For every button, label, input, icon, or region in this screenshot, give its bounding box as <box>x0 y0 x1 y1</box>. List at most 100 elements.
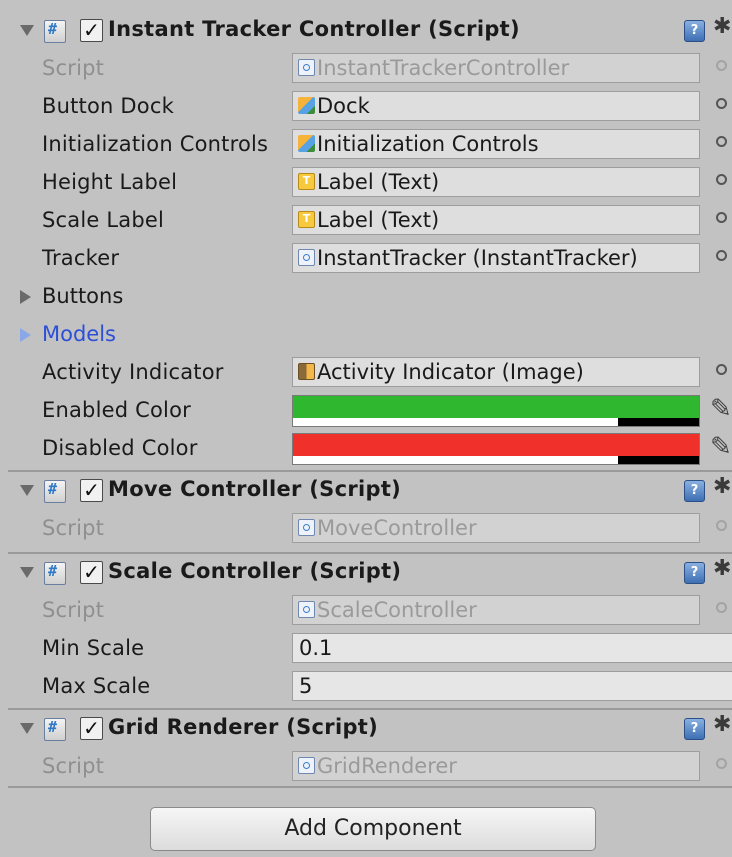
eyedropper-icon[interactable]: ✎ <box>710 432 732 462</box>
script-asset-icon <box>298 757 315 774</box>
component-grid-renderer: ✓ Grid Renderer (Script) ? ✱ Script Grid… <box>8 708 732 786</box>
field-row-initialization-controls: Initialization Controls Initialization C… <box>8 126 732 164</box>
field-label: Disabled Color <box>42 436 198 460</box>
script-reference-field[interactable]: InstantTrackerController <box>292 53 700 83</box>
eyedropper-icon[interactable]: ✎ <box>710 394 732 424</box>
alpha-bar-fill <box>293 456 618 464</box>
tracker-field[interactable]: InstantTracker (InstantTracker) <box>292 243 700 273</box>
object-picker-icon <box>716 60 727 71</box>
object-picker-icon[interactable] <box>716 250 727 261</box>
group-row-buttons[interactable]: Buttons <box>8 278 732 316</box>
color-swatch-fill <box>293 396 699 418</box>
script-asset-icon <box>298 601 315 618</box>
expand-arrow-icon[interactable] <box>20 290 31 304</box>
group-label[interactable]: Buttons <box>42 284 123 308</box>
activity-indicator-field[interactable]: Activity Indicator (Image) <box>292 357 700 387</box>
field-value: ScaleController <box>317 598 477 622</box>
group-row-models[interactable]: Models <box>8 316 732 354</box>
component-header[interactable]: ✓ Scale Controller (Script) ? ✱ <box>8 554 732 592</box>
help-icon[interactable]: ? <box>684 562 705 584</box>
help-icon[interactable]: ? <box>684 718 705 740</box>
component-scale-controller: ✓ Scale Controller (Script) ? ✱ Script S… <box>8 552 732 706</box>
foldout-arrow-icon[interactable] <box>20 25 34 36</box>
foldout-arrow-icon[interactable] <box>20 567 34 578</box>
field-label: Scale Label <box>42 208 165 232</box>
object-picker-icon[interactable] <box>716 364 727 375</box>
component-enabled-checkbox[interactable]: ✓ <box>80 717 103 740</box>
script-asset-icon <box>298 249 315 266</box>
field-label: Height Label <box>42 170 178 194</box>
field-value: Label (Text) <box>317 208 440 232</box>
field-value: InstantTrackerController <box>317 56 570 80</box>
field-value: Initialization Controls <box>317 132 539 156</box>
group-label[interactable]: Models <box>42 322 116 346</box>
enabled-color-swatch[interactable] <box>292 395 700 427</box>
component-title: Instant Tracker Controller (Script) <box>108 17 520 41</box>
prefab-cube-icon <box>298 97 315 114</box>
component-instant-tracker-controller: ✓ Instant Tracker Controller (Script) ? … <box>8 12 732 468</box>
field-label: Initialization Controls <box>42 132 269 156</box>
field-row-script: Script GridRenderer <box>8 748 732 786</box>
object-picker-icon[interactable] <box>716 98 727 109</box>
height-label-field[interactable]: T Label (Text) <box>292 167 700 197</box>
divider <box>8 786 732 788</box>
field-row-height-label: Height Label T Label (Text) <box>8 164 732 202</box>
foldout-arrow-icon[interactable] <box>20 485 34 496</box>
field-label: Script <box>42 754 105 778</box>
field-label: Enabled Color <box>42 398 191 422</box>
initialization-controls-field[interactable]: Initialization Controls <box>292 129 700 159</box>
component-enabled-checkbox[interactable]: ✓ <box>80 561 103 584</box>
help-icon[interactable]: ? <box>684 480 705 502</box>
help-icon[interactable]: ? <box>684 20 705 42</box>
field-row-button-dock: Button Dock Dock <box>8 88 732 126</box>
field-row-max-scale: Max Scale 5 <box>8 668 732 706</box>
min-scale-input[interactable]: 0.1 <box>292 633 732 663</box>
gear-icon[interactable]: ✱ <box>713 15 731 39</box>
csharp-script-icon <box>44 20 66 43</box>
expand-arrow-icon[interactable] <box>20 328 31 342</box>
field-row-enabled-color: Enabled Color ✎ <box>8 392 732 430</box>
component-title: Grid Renderer (Script) <box>108 715 379 739</box>
disabled-color-swatch[interactable] <box>292 433 700 465</box>
component-header[interactable]: ✓ Move Controller (Script) ? ✱ <box>8 472 732 510</box>
text-icon: T <box>298 173 315 190</box>
component-title: Scale Controller (Script) <box>108 559 402 583</box>
scale-label-field[interactable]: T Label (Text) <box>292 205 700 235</box>
csharp-script-icon <box>44 480 66 503</box>
csharp-script-icon <box>44 718 66 741</box>
field-row-scale-label: Scale Label T Label (Text) <box>8 202 732 240</box>
gear-icon[interactable]: ✱ <box>713 557 731 581</box>
component-enabled-checkbox[interactable]: ✓ <box>80 479 103 502</box>
field-value: Activity Indicator (Image) <box>317 360 584 384</box>
script-reference-field[interactable]: MoveController <box>292 513 700 543</box>
script-reference-field[interactable]: ScaleController <box>292 595 700 625</box>
max-scale-input[interactable]: 5 <box>292 671 732 701</box>
component-header[interactable]: ✓ Grid Renderer (Script) ? ✱ <box>8 710 732 748</box>
field-row-script: Script ScaleController <box>8 592 732 630</box>
object-picker-icon[interactable] <box>716 212 727 223</box>
script-asset-icon <box>298 59 315 76</box>
gear-icon[interactable]: ✱ <box>713 475 731 499</box>
add-component-button[interactable]: Add Component <box>150 807 596 851</box>
object-picker-icon[interactable] <box>716 136 727 147</box>
field-row-tracker: Tracker InstantTracker (InstantTracker) <box>8 240 732 278</box>
object-picker-icon <box>716 758 727 769</box>
csharp-script-icon <box>44 562 66 585</box>
foldout-arrow-icon[interactable] <box>20 723 34 734</box>
field-label: Script <box>42 516 105 540</box>
field-label: Button Dock <box>42 94 174 118</box>
field-label: Max Scale <box>42 674 151 698</box>
field-row-disabled-color: Disabled Color ✎ <box>8 430 732 468</box>
button-dock-field[interactable]: Dock <box>292 91 700 121</box>
object-picker-icon[interactable] <box>716 174 727 185</box>
field-value: GridRenderer <box>317 754 457 778</box>
gear-icon[interactable]: ✱ <box>713 713 731 737</box>
script-reference-field[interactable]: GridRenderer <box>292 751 700 781</box>
component-title: Move Controller (Script) <box>108 477 402 501</box>
component-enabled-checkbox[interactable]: ✓ <box>80 19 103 42</box>
field-row-script: Script MoveController <box>8 510 732 548</box>
component-header[interactable]: ✓ Instant Tracker Controller (Script) ? … <box>8 12 732 50</box>
script-asset-icon <box>298 519 315 536</box>
text-icon: T <box>298 211 315 228</box>
field-label: Min Scale <box>42 636 145 660</box>
